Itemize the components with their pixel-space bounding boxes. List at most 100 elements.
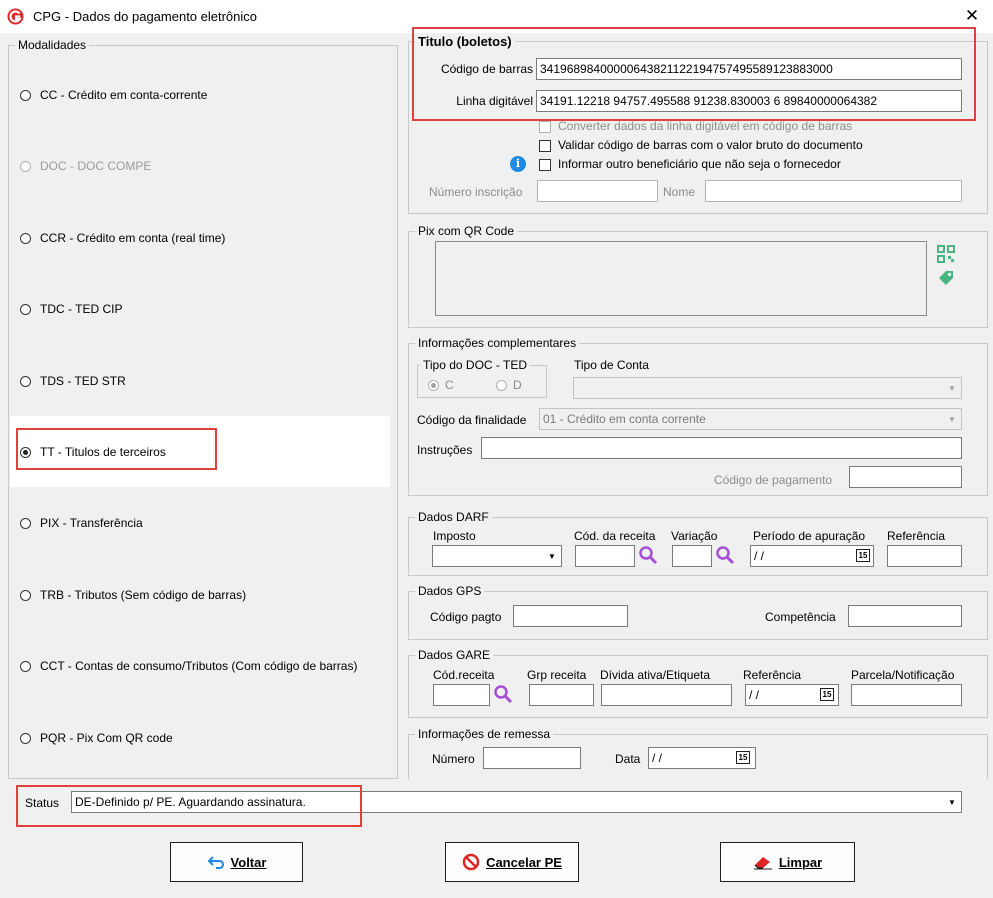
title-bar: CPG - Dados do pagamento eletrônico ✕ (0, 0, 993, 33)
darf-cod-receita-label: Cód. da receita (574, 529, 656, 543)
tipo-doc-ted-legend: Tipo do DOC - TED (423, 358, 528, 372)
gare-cod-receita-label: Cód.receita (433, 668, 495, 682)
informar-checkbox[interactable] (539, 159, 551, 171)
modalidade-label-8: CCT - Contas de consumo/Tributos (Com có… (40, 659, 358, 673)
modalidade-label-6: PIX - Transferência (40, 516, 143, 530)
app-logo-icon (7, 8, 24, 25)
periodo-apuracao-label: Período de apuração (753, 529, 866, 543)
status-dropdown-icon[interactable]: ▼ (944, 793, 960, 811)
codigo-finalidade-select[interactable]: 01 - Crédito em conta corrente ▼ (539, 408, 962, 430)
radio-c[interactable] (428, 380, 439, 391)
nome-label: Nome (663, 185, 696, 199)
codigo-finalidade-value: 01 - Crédito em conta corrente (543, 412, 706, 426)
periodo-apuracao-value: / / (754, 549, 765, 563)
divida-ativa-input[interactable] (601, 684, 732, 706)
tag-icon[interactable] (937, 269, 955, 287)
linha-digitavel-input[interactable]: 34191.12218 94757.495588 91238.830003 6 … (536, 90, 962, 112)
darf-legend: Dados DARF (418, 510, 489, 524)
informar-label: Informar outro beneficiário que não seja… (558, 157, 841, 171)
modalidade-label-4: TDS - TED STR (40, 374, 126, 388)
close-icon[interactable]: ✕ (960, 6, 984, 26)
gare-group: Dados GARE (408, 648, 988, 718)
imposto-dropdown-icon[interactable]: ▼ (544, 547, 560, 565)
darf-referencia-input[interactable] (887, 545, 962, 567)
imposto-label: Imposto (433, 529, 476, 543)
gare-cod-receita-input[interactable] (433, 684, 490, 706)
cancel-icon (462, 853, 480, 871)
grp-receita-input[interactable] (529, 684, 594, 706)
titulo-legend: Titulo (boletos) (418, 34, 512, 49)
status-select[interactable]: DE-Definido p/ PE. Aguardando assinatura… (71, 791, 962, 813)
tipo-conta-select[interactable]: ▼ (573, 377, 962, 399)
modalidade-radio-4[interactable] (20, 376, 31, 387)
data-value: / / (652, 751, 663, 765)
status-value: DE-Definido p/ PE. Aguardando assinatura… (75, 795, 306, 809)
nome-input[interactable] (705, 180, 962, 202)
modalidade-radio-3[interactable] (20, 304, 31, 315)
cancelar-pe-button[interactable]: Cancelar PE (445, 842, 579, 882)
darf-cod-receita-search-icon[interactable] (638, 545, 658, 565)
codigo-barras-label: Código de barras (440, 62, 533, 76)
modalidade-label-2: CCR - Crédito em conta (real time) (40, 231, 226, 245)
remessa-legend: Informações de remessa (418, 727, 551, 741)
tipo-conta-dropdown-icon[interactable]: ▼ (944, 379, 960, 397)
pix-qr-legend: Pix com QR Code (418, 224, 515, 238)
converter-checkbox[interactable] (539, 121, 551, 133)
validar-label: Validar código de barras com o valor bru… (558, 138, 863, 152)
codigo-finalidade-label: Código da finalidade (417, 413, 527, 427)
instrucoes-input[interactable] (481, 437, 962, 459)
periodo-calendar-icon[interactable]: 15 (856, 549, 870, 562)
modalidade-radio-6[interactable] (20, 518, 31, 529)
codigo-pagto-input[interactable] (513, 605, 628, 627)
voltar-button[interactable]: Voltar (170, 842, 303, 882)
darf-cod-receita-input[interactable] (575, 545, 635, 567)
grp-receita-label: Grp receita (527, 668, 587, 682)
return-arrow-icon (207, 856, 224, 869)
limpar-button[interactable]: Limpar (720, 842, 855, 882)
modalidade-radio-9[interactable] (20, 733, 31, 744)
modalidade-radio-2[interactable] (20, 233, 31, 244)
radio-d[interactable] (496, 380, 507, 391)
limpar-label: Limpar (778, 854, 823, 870)
tipo-doc-ted-group: Tipo do DOC - TED (417, 358, 547, 398)
info-icon[interactable]: i (510, 156, 526, 172)
codigo-pagamento-label: Código de pagamento (714, 473, 833, 487)
qr-code-icon[interactable] (937, 245, 955, 263)
gare-cod-receita-search-icon[interactable] (493, 684, 513, 704)
modalidade-radio-8[interactable] (20, 661, 31, 672)
modalidade-radio-5[interactable] (20, 447, 31, 458)
codigo-pagamento-input[interactable] (849, 466, 962, 488)
data-calendar-icon[interactable]: 15 (736, 751, 750, 764)
gare-referencia-value: / / (749, 688, 760, 702)
gare-calendar-icon[interactable]: 15 (820, 688, 834, 701)
modalidade-radio-7[interactable] (20, 590, 31, 601)
variacao-label: Variação (671, 529, 718, 543)
radio-c-label: C (445, 378, 454, 392)
data-label: Data (615, 752, 641, 766)
modalidade-radio-0[interactable] (20, 90, 31, 101)
codigo-pagto-label: Código pagto (430, 610, 502, 624)
numero-inscricao-label: Número inscrição (429, 185, 523, 199)
numero-input[interactable] (483, 747, 581, 769)
gare-referencia-label: Referência (743, 668, 802, 682)
modalidade-label-9: PQR - Pix Com QR code (40, 731, 173, 745)
cancelar-pe-label: Cancelar PE (486, 854, 562, 870)
eraser-icon (753, 857, 772, 870)
parcela-notificacao-input[interactable] (851, 684, 962, 706)
variacao-search-icon[interactable] (715, 545, 735, 565)
competencia-label: Competência (765, 610, 836, 624)
modalidade-radio-1[interactable] (20, 161, 31, 172)
codigo-finalidade-dropdown-icon[interactable]: ▼ (944, 410, 960, 428)
pix-qr-textarea[interactable] (435, 241, 927, 316)
gare-legend: Dados GARE (418, 648, 491, 662)
window-title: CPG - Dados do pagamento eletrônico (33, 9, 258, 24)
numero-inscricao-input[interactable] (537, 180, 658, 202)
validar-checkbox[interactable] (539, 140, 551, 152)
modalidade-label-7: TRB - Tributos (Sem código de barras) (40, 588, 247, 602)
codigo-barras-input[interactable]: 3419689840000064382112219475749558912388… (536, 58, 962, 80)
variacao-input[interactable] (672, 545, 712, 567)
modalidades-legend: Modalidades (18, 38, 87, 52)
modalidade-label-5: TT - Titulos de terceiros (40, 445, 166, 459)
competencia-input[interactable] (848, 605, 962, 627)
imposto-select[interactable]: ▼ (432, 545, 562, 567)
